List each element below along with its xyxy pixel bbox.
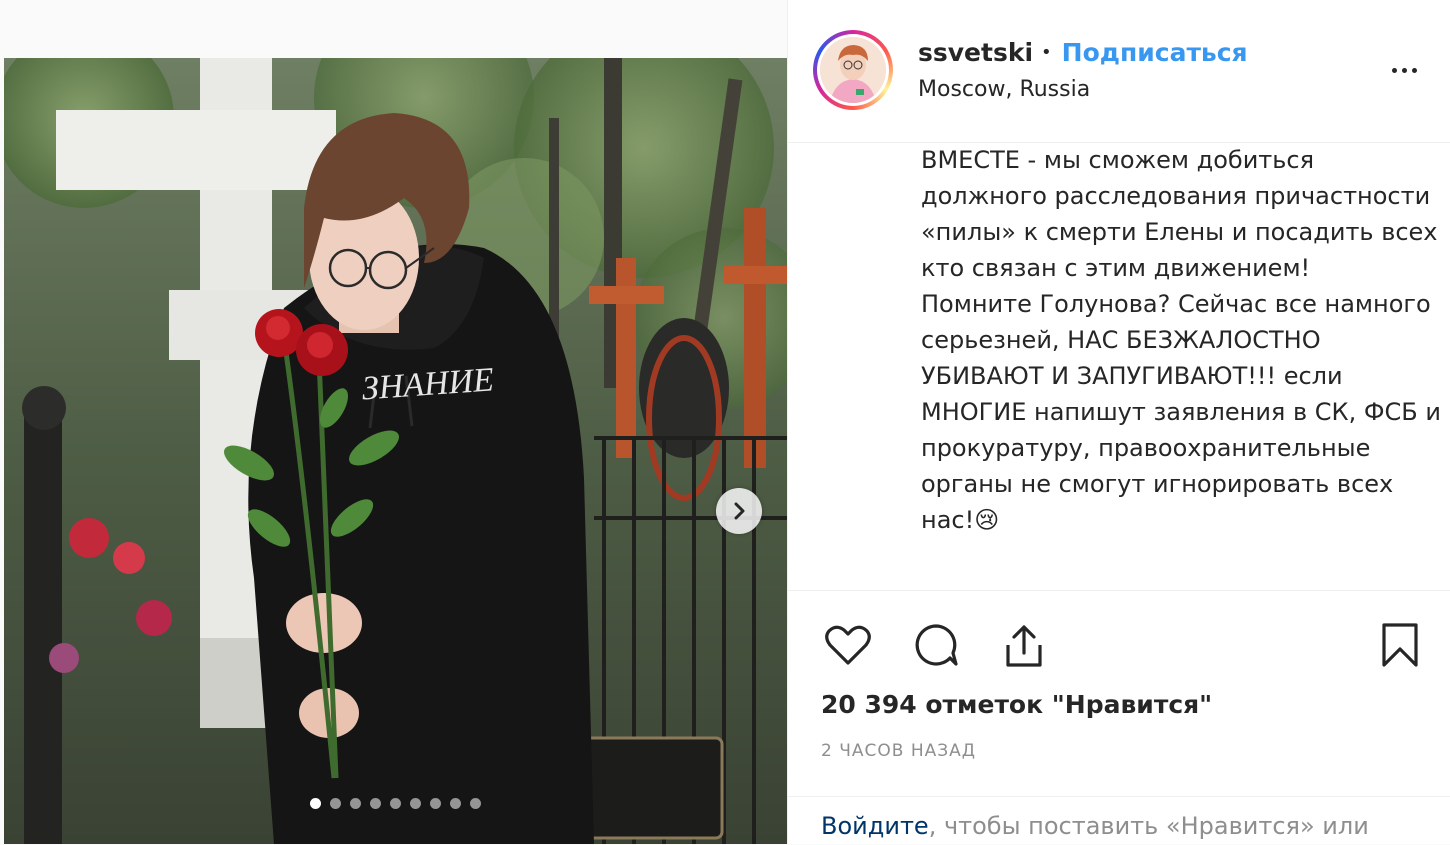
likes-count[interactable]: 20 394 отметок "Нравится": [821, 690, 1212, 719]
avatar-image: [820, 37, 886, 103]
heart-icon: [825, 625, 871, 665]
bookmark-icon: [1382, 623, 1418, 667]
carousel-dot: [410, 798, 421, 809]
comment-button[interactable]: [910, 619, 962, 671]
post-photo[interactable]: ЗНАНИЕ: [4, 58, 787, 844]
location-link[interactable]: Moscow, Russia: [918, 77, 1090, 102]
avatar[interactable]: [813, 30, 893, 110]
user-row: ssvetski • Подписаться: [918, 38, 1248, 67]
save-button[interactable]: [1374, 619, 1426, 671]
carousel-dot: [350, 798, 361, 809]
top-strip: [0, 0, 787, 58]
carousel-dot: [450, 798, 461, 809]
carousel-dot: [330, 798, 341, 809]
follow-button[interactable]: Подписаться: [1062, 38, 1248, 67]
carousel-dot: [310, 798, 321, 809]
login-link[interactable]: Войдите: [821, 812, 929, 840]
post-header: ssvetski • Подписаться Moscow, Russia: [788, 0, 1450, 143]
action-bar: [788, 590, 1450, 691]
login-prompt: Войдите, чтобы поставить «Нравится» или: [821, 812, 1369, 840]
post-side-panel: ssvetski • Подписаться Moscow, Russia ВМ…: [787, 0, 1450, 844]
carousel-dot: [470, 798, 481, 809]
post-timestamp: 2 ЧАСОВ НАЗАД: [821, 741, 977, 761]
like-button[interactable]: [822, 619, 874, 671]
carousel-next-button[interactable]: [716, 488, 762, 534]
photo-illustration: ЗНАНИЕ: [4, 58, 787, 844]
carousel-dot: [430, 798, 441, 809]
separator-dot: •: [1041, 42, 1052, 63]
post-caption: ВМЕСТЕ - мы сможем добиться должного рас…: [921, 146, 1441, 534]
more-options-icon[interactable]: [1384, 58, 1424, 82]
comment-icon: [915, 624, 958, 666]
carousel-dot: [390, 798, 401, 809]
username-link[interactable]: ssvetski: [918, 38, 1033, 67]
carousel-dot: [370, 798, 381, 809]
carousel-indicator: [4, 798, 787, 809]
share-button[interactable]: [998, 619, 1050, 671]
share-icon: [1006, 625, 1042, 667]
chevron-right-icon: [734, 502, 745, 520]
login-prompt-rest: , чтобы поставить «Нравится» или: [928, 812, 1369, 840]
